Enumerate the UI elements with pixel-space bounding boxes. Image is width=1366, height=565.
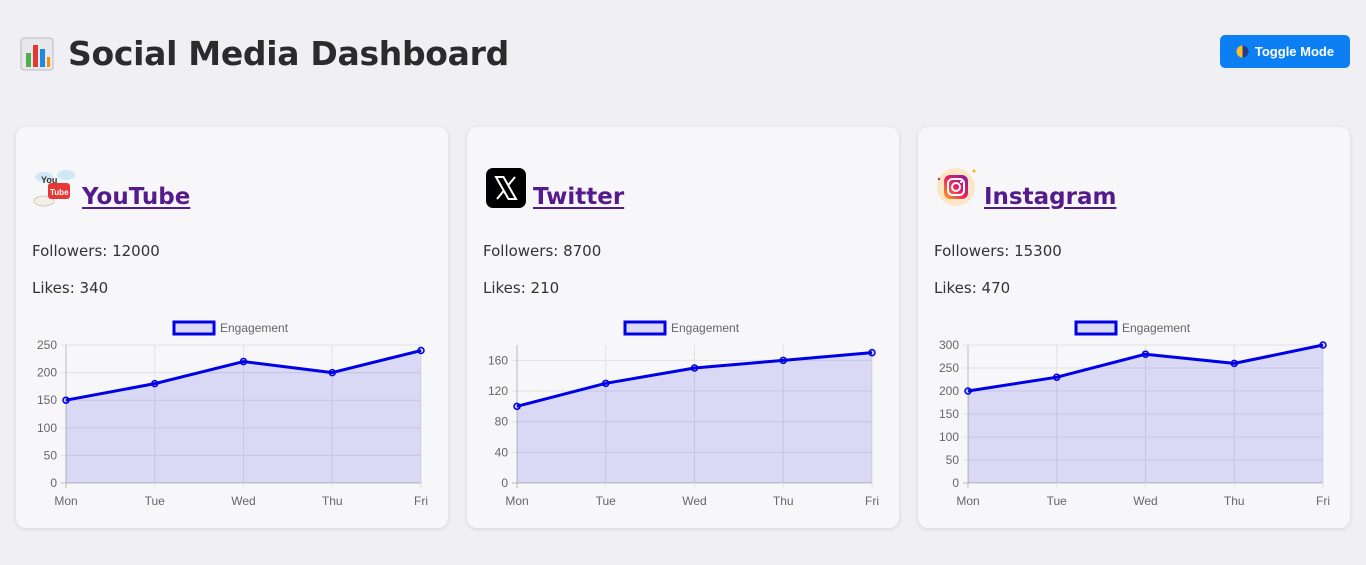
x-tick-label: Wed [231,494,255,508]
engagement-chart: Engagement 0 50 100 150 200 250 300 Mon Tue Wed Thu… [918,317,1350,517]
data-point [417,346,425,355]
x-tick-label: Mon [956,494,979,508]
y-tick-label: 100 [37,421,57,435]
half-circle-icon [1236,45,1249,58]
card-header: Twitter [483,165,624,211]
toggle-mode-label: Toggle Mode [1254,44,1335,59]
x-tick-label: Thu [322,494,343,508]
y-tick-label: 50 [946,453,960,467]
y-tick-label: 300 [939,338,959,352]
x-tick-label: Tue [145,494,166,508]
chart-svg: Engagement 0 50 100 150 200 250 300 Mon Tue Wed Thu… [939,320,1330,508]
legend-label: Engagement [671,321,740,335]
data-point [964,387,972,395]
series-area [517,352,872,483]
instagram-logo-icon [934,165,980,211]
likes-count: Likes: 340 [32,279,109,297]
y-tick-label: 120 [488,384,508,398]
platform-link[interactable]: YouTube [82,184,190,210]
engagement-chart: Engagement 0 40 80 120 160 Mon Tue Wed Thu Fri [467,317,899,517]
x-tick-label: Wed [682,494,706,508]
header: Social Media Dashboard Toggle Mode [20,30,1350,78]
y-tick-label: 250 [939,361,959,375]
y-tick-label: 150 [37,393,57,407]
legend-swatch [172,320,216,336]
svg-text:Tube: Tube [50,188,69,197]
page-title-text: Social Media Dashboard [68,34,509,73]
series-area [968,345,1323,483]
engagement-chart: Engagement 0 50 100 150 200 250 Mon Tue Wed Thu Fri [16,317,448,517]
chart-legend: Engagement [172,320,289,336]
x-tick-label: Thu [1224,494,1245,508]
data-point [868,348,876,357]
data-point [602,379,610,388]
bar-chart-icon [20,37,54,71]
y-tick-label: 0 [50,476,57,490]
x-tick-label: Wed [1133,494,1157,508]
y-tick-label: 100 [939,430,959,444]
data-point [1053,373,1061,381]
legend-label: Engagement [220,321,289,335]
card-header: Instagram [934,165,1116,211]
x-logo-icon [483,165,529,211]
cards-container: You Tube YouTube Followers: 12000 Likes:… [16,127,1350,528]
legend-swatch [623,320,667,336]
likes-count: Likes: 210 [483,279,560,297]
y-tick-label: 250 [37,338,57,352]
x-tick-label: Mon [54,494,77,508]
x-tick-label: Mon [505,494,528,508]
chart-svg: Engagement 0 40 80 120 160 Mon Tue Wed Thu Fri [488,320,879,508]
youtube-logo-icon: You Tube [32,165,78,211]
followers-count: Followers: 12000 [32,242,160,260]
followers-count: Followers: 15300 [934,242,1062,260]
x-tick-label: Tue [596,494,617,508]
svg-text:You: You [41,175,57,185]
card-header: You Tube YouTube [32,165,190,211]
toggle-mode-button[interactable]: Toggle Mode [1220,35,1350,68]
series-area [66,350,421,483]
data-point [513,402,521,411]
card-youtube: You Tube YouTube Followers: 12000 Likes:… [16,127,448,528]
chart-legend: Engagement [1074,320,1191,336]
likes-count: Likes: 470 [934,279,1011,297]
y-tick-label: 80 [495,415,509,429]
y-tick-label: 50 [44,448,58,462]
data-point [239,357,248,366]
y-tick-label: 0 [501,476,508,490]
chart-svg: Engagement 0 50 100 150 200 250 Mon Tue Wed Thu Fri [37,320,428,508]
data-point [62,396,70,404]
data-point [1230,359,1238,368]
y-tick-label: 200 [939,384,959,398]
data-point [1141,350,1150,358]
card-twitter: Twitter Followers: 8700 Likes: 210 Engag… [467,127,899,528]
card-instagram: Instagram Followers: 15300 Likes: 470 En… [918,127,1350,528]
x-tick-label: Fri [414,494,428,508]
data-point [690,364,699,372]
x-tick-label: Thu [773,494,794,508]
data-point [1319,341,1327,349]
platform-link[interactable]: Twitter [533,184,624,210]
x-tick-label: Tue [1047,494,1068,508]
chart-legend: Engagement [623,320,740,336]
y-tick-label: 0 [952,476,959,490]
data-point [779,356,787,365]
followers-count: Followers: 8700 [483,242,602,260]
x-tick-label: Fri [1316,494,1330,508]
y-tick-label: 160 [488,353,508,367]
y-tick-label: 40 [495,445,509,459]
platform-link[interactable]: Instagram [984,184,1116,210]
legend-label: Engagement [1122,321,1191,335]
page-title: Social Media Dashboard [20,34,509,73]
legend-swatch [1074,320,1118,336]
data-point [328,368,336,377]
data-point [151,379,159,388]
y-tick-label: 200 [37,366,57,380]
x-tick-label: Fri [865,494,879,508]
y-tick-label: 150 [939,407,959,421]
